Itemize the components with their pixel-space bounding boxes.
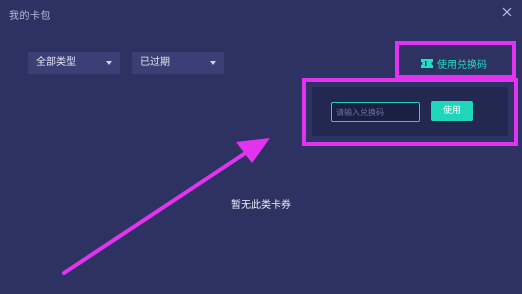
- type-filter-select[interactable]: 全部类型: [28, 52, 120, 74]
- status-filter-value: 已过期: [140, 57, 170, 68]
- empty-state-message: 暂无此类卡券: [231, 200, 291, 211]
- status-filter-select[interactable]: 已过期: [132, 52, 224, 74]
- card-wallet-window: 我的卡包 全部类型 已过期 使用兑换码 使用 暂无此类卡券: [0, 0, 522, 294]
- annotation-highlight-redeem: [395, 41, 516, 79]
- window-title: 我的卡包: [9, 11, 51, 22]
- chevron-down-icon: [106, 61, 112, 65]
- close-icon: [502, 7, 512, 17]
- annotation-highlight-popover: [302, 78, 518, 146]
- close-button[interactable]: [500, 5, 514, 19]
- chevron-down-icon: [210, 61, 216, 65]
- type-filter-value: 全部类型: [36, 57, 76, 68]
